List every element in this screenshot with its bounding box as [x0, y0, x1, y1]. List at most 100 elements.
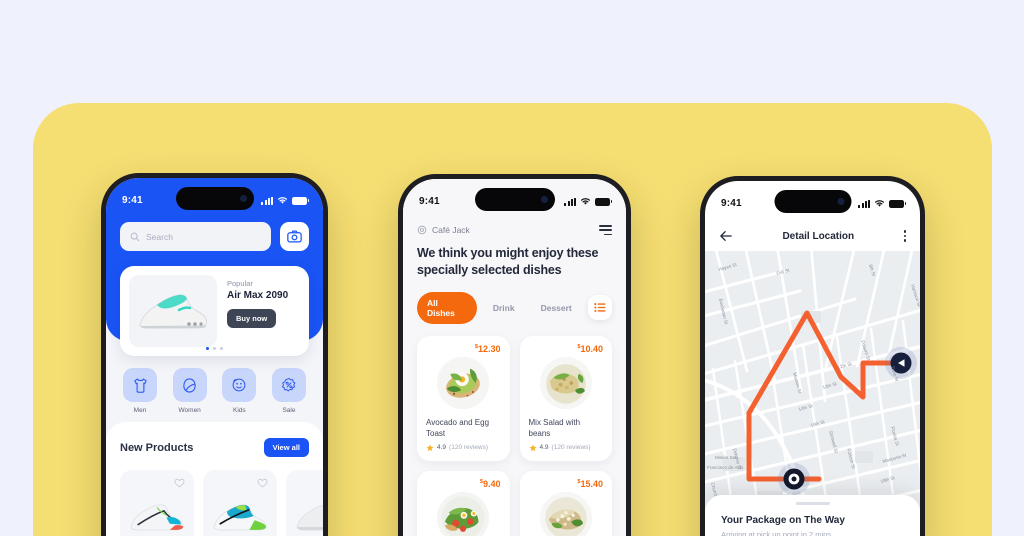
current-place[interactable]: Café Jack [417, 225, 470, 235]
new-products-section: New Products View all [106, 422, 323, 536]
promo-kicker: Popular [227, 279, 253, 288]
category-label: Kids [232, 407, 246, 414]
svg-text:Francisco de Asís: Francisco de Asís [707, 465, 744, 470]
carousel-dot[interactable] [219, 346, 224, 350]
battery-icon [889, 199, 907, 208]
dish-price: $15.40 [529, 478, 603, 489]
search-placeholder: Search [146, 231, 173, 242]
review-count: (120 reviews) [449, 444, 489, 452]
sneaker-illustration-icon [139, 294, 208, 329]
status-icons [858, 194, 907, 208]
category-kids[interactable]: Kids [219, 368, 259, 414]
dish-name: Avocado and Egg Toast [426, 417, 490, 439]
dish-card[interactable]: $12.30 Avocado and Egg Toast 4.9 (120 re… [417, 335, 510, 461]
dish-image-mix-salad-beans [539, 356, 592, 409]
search-icon [130, 232, 140, 241]
map-view[interactable]: Hayes St Fell St Buchanan St 8th St Harr… [705, 251, 920, 536]
price-value: 9.40 [482, 478, 501, 489]
category-men[interactable]: Men [120, 368, 160, 414]
status-icons [564, 192, 613, 206]
more-vertical-icon[interactable] [903, 230, 906, 242]
price-value: 12.30 [477, 343, 501, 354]
phone3-navbar: Detail Location [705, 221, 920, 251]
page-title: Detail Location [782, 230, 855, 242]
dish-name: Mix Salad with beans [528, 417, 581, 439]
category-women[interactable]: Women [170, 368, 210, 414]
product-card[interactable] [286, 470, 323, 536]
category-label: Sale [282, 407, 296, 414]
category-label: Women [178, 407, 201, 414]
list-view-button[interactable] [587, 295, 612, 320]
sheet-grab-handle[interactable] [795, 502, 830, 506]
promo-title: Air Max 2090 [227, 290, 289, 301]
battery-icon [292, 196, 310, 205]
phone-mockup-food-app: Café Jack We think you might enjoy these… [398, 174, 631, 536]
phone2-topbar: Café Jack [417, 225, 612, 236]
heart-icon[interactable] [257, 478, 268, 488]
promo-text: Popular Air Max 2090 Buy now [227, 275, 300, 347]
dish-rating: 4.9 (120 reviews) [528, 444, 604, 452]
arrow-left-icon[interactable] [719, 230, 733, 242]
wifi-icon [581, 198, 590, 205]
buy-now-button[interactable]: Buy now [227, 309, 277, 328]
location-pin-icon [417, 225, 427, 235]
wifi-icon [875, 200, 884, 207]
dish-price: $12.30 [426, 344, 501, 354]
camera-icon [287, 230, 302, 243]
tab-dessert[interactable]: Dessert [531, 297, 582, 319]
place-label: Café Jack [432, 225, 470, 236]
product-card[interactable] [203, 470, 277, 536]
battery-icon [595, 197, 613, 206]
phone-mockup-shoe-shop: 9:41 Search Popular Air Max 2090 Buy now… [101, 173, 328, 536]
product-card[interactable] [120, 470, 194, 536]
front-camera-icon [540, 196, 548, 203]
status-icons [261, 191, 310, 205]
dish-card[interactable]: $15.40 Avocado and Egg Mixture [519, 470, 612, 536]
status-time: 9:41 [721, 198, 742, 209]
star-icon [528, 444, 537, 451]
phone1-screen: 9:41 Search Popular Air Max 2090 Buy now… [106, 178, 323, 536]
phone2-dynamic-island [474, 188, 555, 211]
dish-image-avocado-egg-mixture [539, 491, 592, 536]
new-products-header: New Products View all [120, 438, 309, 457]
category-row: Men Women Kids Sale [120, 368, 309, 414]
sneaker-grey-icon [296, 504, 323, 531]
star-icon [426, 444, 434, 451]
phone2-screen: Café Jack We think you might enjoy these… [403, 179, 626, 536]
phone3-dynamic-island [774, 190, 851, 213]
map-canvas: Hayes St Fell St Buchanan St 8th St Harr… [705, 251, 920, 536]
carousel-dot[interactable] [212, 346, 217, 350]
sneaker-blue-green-icon [213, 504, 267, 531]
front-camera-icon [239, 195, 247, 202]
heart-icon[interactable] [174, 478, 185, 488]
front-camera-icon [837, 198, 844, 205]
dish-image-energy-power-bowl [437, 491, 490, 536]
phone1-search-row: Search [120, 222, 309, 251]
promo-shoe-image [129, 275, 217, 347]
dish-card[interactable]: $10.40 Mix Salad with beans 4.9 (120 rev… [519, 335, 612, 461]
view-all-button[interactable]: View all [263, 438, 309, 457]
wifi-icon [278, 197, 287, 204]
carousel-dot[interactable] [205, 346, 210, 350]
tab-all-dishes[interactable]: All Dishes [417, 291, 477, 324]
category-label: Men [133, 407, 147, 414]
promo-card[interactable]: Popular Air Max 2090 Buy now [120, 266, 309, 356]
status-time: 9:41 [419, 196, 440, 207]
tab-drink[interactable]: Drink [483, 297, 525, 319]
carousel-dots[interactable] [120, 346, 309, 350]
phone1-dynamic-island [175, 187, 254, 210]
camera-search-button[interactable] [280, 222, 309, 251]
category-sale[interactable]: Sale [269, 368, 309, 414]
dish-image-avocado-egg-toast [437, 356, 490, 409]
menu-button[interactable] [599, 225, 612, 236]
dish-price: $9.40 [426, 479, 501, 489]
dish-card[interactable]: $9.40 Energy Power Bowl [417, 470, 510, 536]
dish-grid: $12.30 Avocado and Egg Toast 4.9 (120 re… [417, 335, 612, 536]
shirt-icon [123, 368, 157, 402]
sneaker-white-icon [130, 504, 184, 531]
price-value: 15.40 [580, 478, 603, 489]
package-status-sheet[interactable]: Your Package on The Way Arriving at pick… [705, 495, 920, 536]
search-input[interactable]: Search [120, 222, 271, 251]
sheet-subtitle: Arriving at pick up point in 2 mins [721, 530, 832, 536]
baby-face-icon [222, 368, 257, 402]
